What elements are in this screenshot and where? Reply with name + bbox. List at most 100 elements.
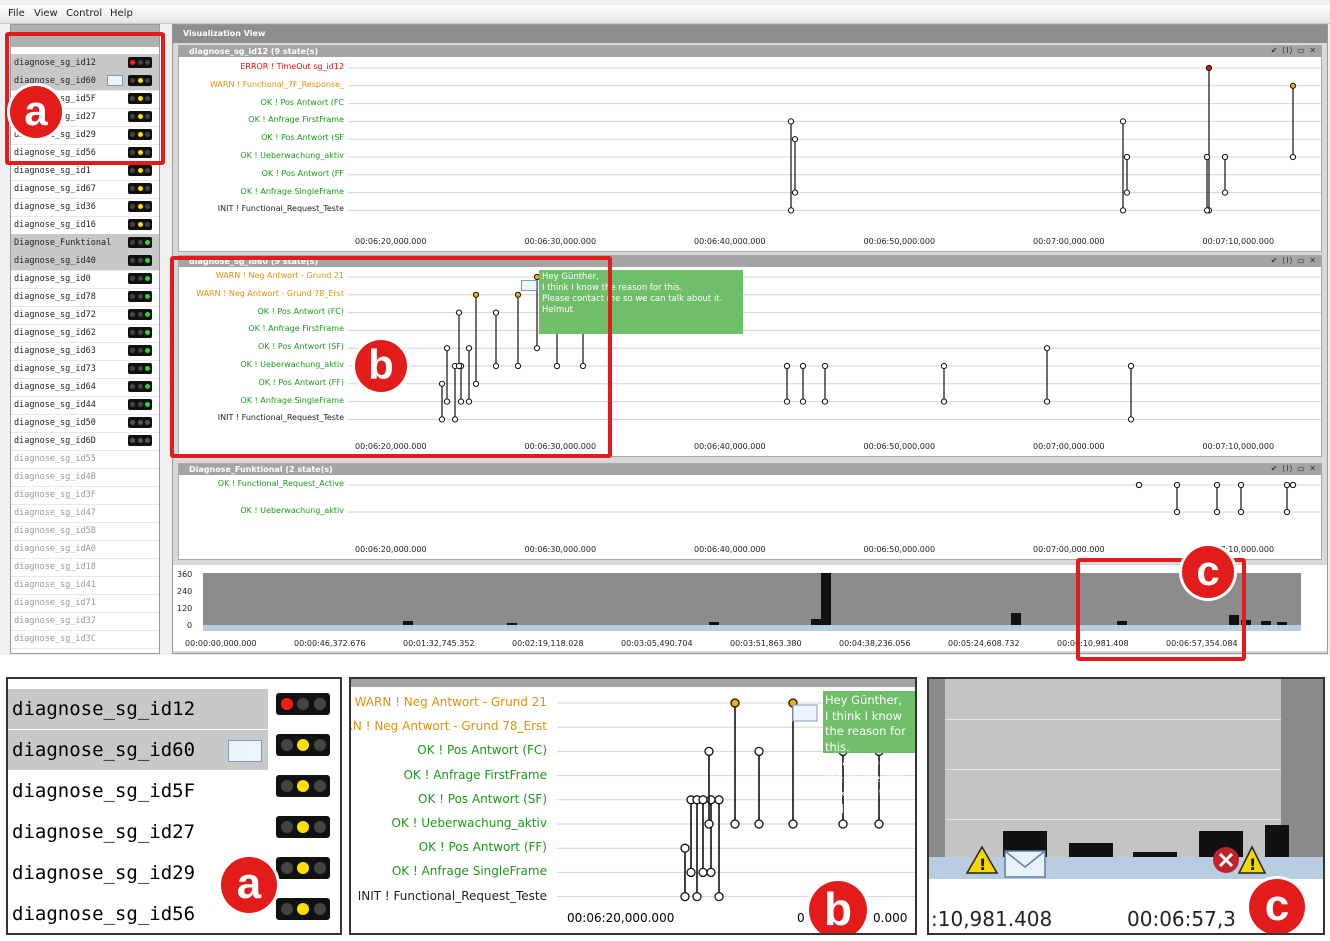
state-row-label: OK ! Anfrage SingleFrame — [240, 186, 344, 196]
state-model-item[interactable]: diagnose_sg_id0 — [11, 270, 159, 289]
state-model-item[interactable]: diagnose_sg_id36 — [11, 198, 159, 217]
state-event-marker[interactable] — [692, 891, 702, 902]
state-event-marker[interactable] — [783, 398, 791, 405]
state-event-marker[interactable] — [698, 795, 708, 805]
state-event-marker[interactable] — [1135, 481, 1143, 489]
state-event-marker[interactable] — [1221, 153, 1229, 161]
warning-icon[interactable]: ! — [965, 845, 999, 875]
zoom-state-model-item[interactable]: diagnose_sg_id27 — [8, 812, 268, 852]
state-event-marker[interactable] — [1043, 345, 1051, 352]
state-event-marker[interactable] — [821, 398, 829, 405]
menu-help[interactable]: Help — [110, 8, 133, 19]
state-model-item[interactable]: diagnose_sg_id67 — [11, 180, 159, 199]
mail-note-icon[interactable] — [792, 704, 818, 722]
state-event-marker[interactable] — [787, 118, 795, 125]
state-event-marker[interactable] — [730, 819, 740, 829]
traffic-light-icon — [276, 734, 330, 756]
state-model-item[interactable]: diagnose_sg_id50 — [11, 414, 159, 433]
state-model-item[interactable]: diagnose_sg_id78 — [11, 288, 159, 307]
zoom-state-model-item[interactable]: diagnose_sg_id5F — [8, 771, 268, 811]
state-event-marker[interactable] — [1173, 508, 1181, 516]
state-event-marker[interactable] — [838, 819, 848, 829]
state-event-marker[interactable] — [698, 867, 708, 878]
state-event-marker[interactable] — [1203, 153, 1211, 161]
state-event-marker[interactable] — [940, 398, 948, 405]
state-event-marker[interactable] — [754, 746, 764, 757]
state-event-marker[interactable] — [714, 891, 724, 902]
menu-view[interactable]: View — [34, 8, 58, 19]
state-event-marker[interactable] — [1123, 153, 1131, 161]
state-event-marker[interactable] — [704, 746, 714, 757]
state-event-marker[interactable] — [1289, 153, 1297, 161]
state-event-marker[interactable] — [791, 136, 799, 143]
mail-note-icon[interactable] — [228, 740, 262, 762]
state-model-item[interactable]: diagnose_sg_id18 — [11, 558, 159, 577]
state-event-marker[interactable] — [706, 867, 716, 878]
state-event-marker[interactable] — [1283, 508, 1291, 516]
zoom-state-model-item[interactable]: diagnose_sg_id12 — [8, 689, 268, 729]
state-event-marker[interactable] — [1237, 481, 1245, 489]
state-event-marker[interactable] — [787, 207, 795, 214]
state-model-item[interactable]: diagnose_sg_id72 — [11, 306, 159, 325]
state-event-marker[interactable] — [1119, 207, 1127, 214]
state-model-item[interactable]: diagnose_sg_id4B — [11, 468, 159, 487]
state-event-marker[interactable] — [1221, 189, 1229, 196]
state-event-marker[interactable] — [1289, 481, 1297, 489]
state-event-marker[interactable] — [799, 398, 807, 405]
state-event-marker[interactable] — [783, 362, 791, 370]
state-event-marker[interactable] — [799, 362, 807, 370]
state-event-marker[interactable] — [1203, 207, 1211, 214]
state-model-item[interactable]: diagnose_sg_id55 — [11, 450, 159, 469]
state-event-marker[interactable] — [730, 698, 740, 708]
state-model-item[interactable]: diagnose_sg_id44 — [11, 396, 159, 415]
state-event-marker[interactable] — [874, 819, 884, 829]
state-model-item[interactable]: diagnose_sg_id3C — [11, 630, 159, 649]
state-model-item[interactable]: diagnose_sg_id47 — [11, 504, 159, 523]
state-event-marker[interactable] — [680, 891, 690, 902]
state-model-item[interactable]: diagnose_sg_id63 — [11, 342, 159, 361]
state-model-item[interactable]: diagnose_sg_id62 — [11, 324, 159, 343]
state-event-marker[interactable] — [686, 867, 696, 878]
state-event-marker[interactable] — [1213, 481, 1221, 489]
state-event-marker[interactable] — [680, 843, 690, 853]
state-event-marker[interactable] — [1043, 398, 1051, 405]
zoom-b-annotation-note[interactable]: Hey Günther, I think I know the reason f… — [823, 691, 915, 816]
state-model-item[interactable]: diagnose_sg_id71 — [11, 594, 159, 613]
state-model-item[interactable]: diagnose_sg_id37 — [11, 612, 159, 631]
state-model-item[interactable]: Diagnose_Funktional — [11, 234, 159, 253]
state-event-marker[interactable] — [791, 189, 799, 196]
state-event-marker[interactable] — [714, 795, 724, 805]
zoom-badge-c: c — [1249, 879, 1305, 933]
mail-note-icon[interactable] — [1003, 849, 1047, 879]
state-event-marker[interactable] — [754, 819, 764, 829]
state-event-marker[interactable] — [1127, 362, 1135, 370]
state-model-item[interactable]: diagnose_sg_id64 — [11, 378, 159, 397]
state-model-item[interactable]: diagnose_sg_id41 — [11, 576, 159, 595]
state-model-item[interactable]: diagnose_sg_id16 — [11, 216, 159, 235]
state-model-item[interactable]: diagnose_sg_id73 — [11, 360, 159, 379]
state-model-item[interactable]: diagnose_sg_id40 — [11, 252, 159, 271]
state-event-marker[interactable] — [1289, 82, 1297, 89]
state-timeline-graph[interactable] — [179, 46, 1321, 252]
state-model-item[interactable]: diagnose_sg_id6D — [11, 432, 159, 451]
state-event-marker[interactable] — [1127, 416, 1135, 423]
state-model-item[interactable]: diagnose_sg_id5B — [11, 522, 159, 541]
state-event-marker[interactable] — [940, 362, 948, 370]
state-event-marker[interactable] — [1237, 508, 1245, 516]
menu-file[interactable]: File — [8, 8, 25, 19]
state-event-marker[interactable] — [704, 819, 714, 829]
state-model-item[interactable]: diagnose_sg_id3F — [11, 486, 159, 505]
time-axis-tick: 00:06:30,000.000 — [524, 545, 597, 554]
state-event-marker[interactable] — [1283, 481, 1291, 489]
state-event-marker[interactable] — [1205, 64, 1213, 72]
state-event-marker[interactable] — [1123, 189, 1131, 196]
menu-control[interactable]: Control — [66, 8, 102, 19]
state-event-marker[interactable] — [1119, 118, 1127, 125]
state-event-marker[interactable] — [821, 362, 829, 370]
state-model-item[interactable]: diagnose_sg_idA0 — [11, 540, 159, 559]
state-event-marker[interactable] — [1213, 508, 1221, 516]
state-event-marker[interactable] — [1173, 481, 1181, 489]
state-event-marker[interactable] — [788, 819, 798, 829]
zoom-state-model-item[interactable]: diagnose_sg_id60 — [8, 730, 268, 770]
warning-icon[interactable]: ! — [1237, 845, 1267, 875]
